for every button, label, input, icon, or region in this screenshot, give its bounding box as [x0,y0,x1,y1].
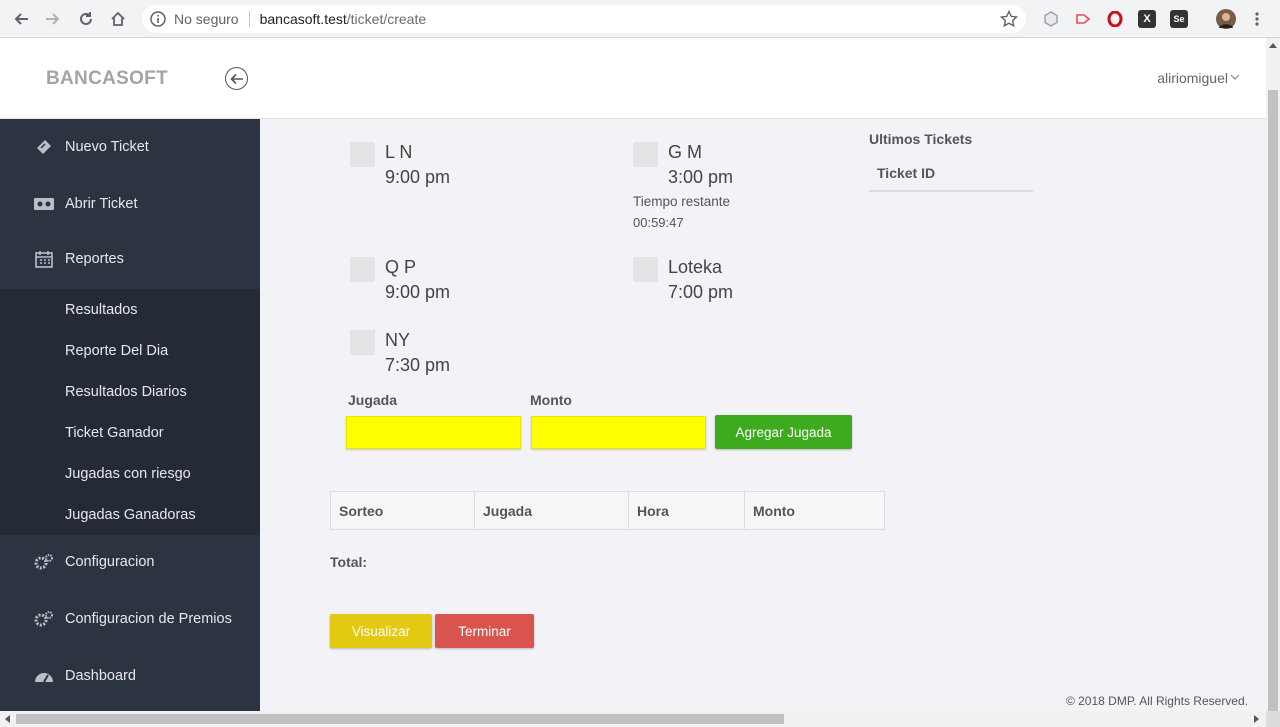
back-arrow-icon[interactable] [5,3,37,35]
add-jugada-button[interactable]: Agregar Jugada [715,415,852,449]
sidebar-item-label: Configuracion [65,554,155,570]
open-ticket-icon [34,194,54,214]
reportes-submenu: Resultados Reporte Del Dia Resultados Di… [0,289,260,535]
home-icon[interactable] [102,3,134,35]
monto-input[interactable] [531,416,706,449]
submenu-item[interactable]: Ticket Ganador [65,425,164,441]
column-header: Monto [753,502,795,519]
url-host: bancasoft.test [259,11,347,27]
bookmark-star-icon[interactable] [1000,10,1018,28]
scroll-right-arrow-icon[interactable] [1254,715,1260,723]
ticket-id-header: Ticket ID [869,158,1033,192]
sidebar-item-configuracion[interactable]: Configuracion [0,534,260,590]
scroll-up-arrow-icon[interactable] [1269,42,1277,48]
submenu-item[interactable]: Reporte Del Dia [65,343,168,359]
draw-checkbox[interactable] [350,257,375,282]
scrollbar-corner [1266,711,1280,727]
draw-checkbox[interactable] [350,330,375,355]
draw-name: Loteka [668,257,723,277]
reload-icon[interactable] [70,3,102,35]
draw-time: 7:30 pm [385,355,451,375]
draw-checkbox[interactable] [633,142,658,167]
back-circle-button[interactable] [225,67,248,90]
draw-checkbox[interactable] [633,257,658,282]
column-header: Hora [629,492,745,529]
column-header: Sorteo [331,492,475,529]
omnibox-divider [248,11,250,27]
plays-table: Sorteo Jugada Hora Monto [330,491,885,530]
vertical-scroll-thumb[interactable] [1268,90,1278,727]
security-label: No seguro [174,11,239,27]
sidebar-item-configuracion-premios[interactable]: Configuracion de Premios [0,591,260,647]
sidebar-item-label: Reportes [65,251,124,267]
ticket-icon [34,137,54,157]
column-header: Jugada [475,492,629,529]
monto-label: Monto [530,392,572,408]
chevron-down-icon[interactable] [1230,72,1240,82]
submenu-item[interactable]: Jugadas con riesgo [65,466,191,482]
draw-name: L N [385,142,413,162]
remaining-time-value: 00:59:47 [633,215,684,230]
sidebar-item-nuevo-ticket[interactable]: Nuevo Ticket [0,119,260,175]
draw-time: 7:00 pm [668,282,734,302]
calendar-icon [34,249,54,269]
sidebar-item-label: Nuevo Ticket [65,139,149,155]
draw-name: G M [668,142,702,162]
sidebar-item-label: Configuracion de Premios [65,611,232,627]
url-path: /ticket/create [346,11,427,27]
info-icon[interactable] [150,11,166,27]
arrow-left-icon [229,73,243,84]
sidebar: Nuevo Ticket Abrir Ticket Reportes Resul… [0,119,260,711]
horizontal-scrollbar[interactable] [0,711,1266,727]
terminar-button[interactable]: Terminar [435,614,534,648]
brand-logo[interactable]: BANCASOFT [46,68,168,90]
address-bar[interactable]: No seguro bancasoft.test/ticket/create [142,5,1026,33]
draw-time: 3:00 pm [668,167,734,187]
sidebar-item-reportes[interactable]: Reportes [0,231,260,287]
user-menu[interactable]: aliriomiguel [1157,70,1228,86]
jugada-input[interactable] [346,416,521,449]
cogs-icon [34,552,54,572]
draw-time: 9:00 pm [385,282,451,302]
sidebar-item-label: Dashboard [65,668,136,684]
total-label: Total: [330,554,368,570]
browser-toolbar: No seguro bancasoft.test/ticket/create X… [0,0,1280,38]
se-extension-icon[interactable]: Se [1170,10,1188,28]
scroll-left-arrow-icon[interactable] [4,715,10,723]
draw-time: 9:00 pm [385,167,451,187]
draw-checkbox[interactable] [350,142,375,167]
arrow-extension-icon[interactable] [1074,10,1092,28]
draw-name: Q P [385,257,417,277]
horizontal-scroll-thumb[interactable] [16,714,784,724]
x-extension-icon[interactable]: X [1138,10,1156,28]
sidebar-item-label: Abrir Ticket [65,196,138,212]
submenu-item[interactable]: Resultados Diarios [65,384,187,400]
recent-tickets-title: Ultimos Tickets [869,131,973,147]
profile-avatar[interactable] [1216,9,1236,29]
opera-extension-icon[interactable] [1106,10,1124,28]
visualizar-button[interactable]: Visualizar [330,614,432,648]
forward-arrow-icon[interactable] [37,3,69,35]
sidebar-item-dashboard[interactable]: Dashboard [0,648,260,704]
cube-extension-icon[interactable] [1042,10,1060,28]
vertical-scrollbar[interactable] [1266,38,1280,727]
jugada-label: Jugada [348,392,398,408]
dashboard-icon [34,666,54,686]
remaining-time-label: Tiempo restante [633,194,731,209]
draw-name: NY [385,330,411,350]
cogs-icon [34,609,54,629]
browser-menu-icon[interactable] [1250,10,1264,28]
submenu-item[interactable]: Resultados [65,302,138,318]
footer-copyright: © 2018 DMP. All Rights Reserved. [1065,694,1248,708]
app-header: BANCASOFT aliriomiguel [0,38,1266,119]
sidebar-item-abrir-ticket[interactable]: Abrir Ticket [0,176,260,232]
submenu-item[interactable]: Jugadas Ganadoras [65,507,196,523]
